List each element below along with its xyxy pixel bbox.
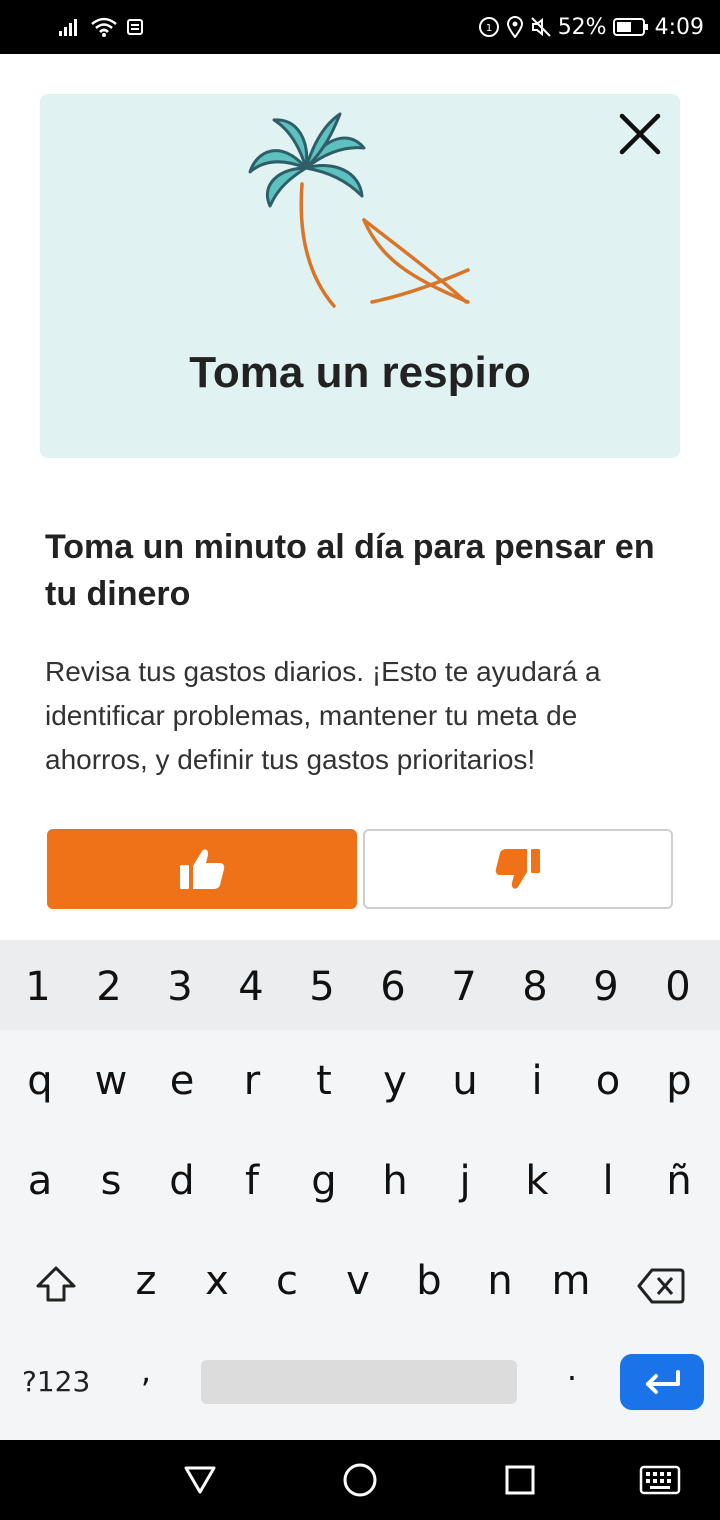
home-button[interactable] [340,1460,380,1500]
key-z[interactable]: z [116,1258,176,1304]
back-button[interactable] [180,1460,220,1500]
dislike-button[interactable] [363,829,673,909]
key-t[interactable]: t [294,1058,354,1104]
recents-square-icon [505,1465,535,1495]
key-8[interactable]: 8 [505,964,565,1010]
tip-card: Toma un respiro [40,94,680,458]
recents-button[interactable] [500,1460,540,1500]
key-3[interactable]: 3 [150,964,210,1010]
key-w[interactable]: w [81,1058,141,1104]
key-comma[interactable]: , [116,1352,176,1390]
status-bar: 1 52% 4:09 [0,0,720,54]
key-v[interactable]: v [328,1258,388,1304]
key-o[interactable]: o [578,1058,638,1104]
key-4[interactable]: 4 [221,964,281,1010]
key-k[interactable]: k [507,1158,567,1204]
number-row: 1 2 3 4 5 6 7 8 9 0 [0,940,720,1030]
enter-icon [646,1370,680,1394]
key-y[interactable]: y [365,1058,425,1104]
key-a[interactable]: a [10,1158,70,1204]
keyboard-icon [639,1465,681,1495]
svg-text:1: 1 [486,23,492,34]
headline: Toma un minuto al día para pensar en tu … [45,528,655,613]
body-text: Revisa tus gastos diarios. ¡Esto te ayud… [45,656,601,775]
key-h[interactable]: h [365,1158,425,1204]
back-triangle-icon [184,1466,216,1494]
key-i[interactable]: i [507,1058,567,1104]
like-button[interactable] [47,829,357,909]
key-6[interactable]: 6 [363,964,423,1010]
shift-icon [36,1266,76,1302]
signal-icon [59,19,77,36]
space-bar[interactable] [201,1360,517,1404]
thumbs-up-icon [180,849,225,889]
mute-icon [530,17,551,37]
key-n-tilde[interactable]: ñ [649,1158,709,1204]
key-7[interactable]: 7 [434,964,494,1010]
navigation-bar [0,1440,720,1520]
key-period[interactable]: . [542,1350,602,1388]
battery-percentage: 52% [557,14,607,40]
key-s[interactable]: s [81,1158,141,1204]
key-0[interactable]: 0 [648,964,708,1010]
key-5[interactable]: 5 [292,964,352,1010]
key-9[interactable]: 9 [576,964,636,1010]
key-m[interactable]: m [541,1258,601,1304]
key-g[interactable]: g [294,1158,354,1204]
key-p[interactable]: p [649,1058,709,1104]
notification-icon [127,19,143,35]
battery-icon [612,18,648,36]
wifi-icon [91,17,117,37]
key-1[interactable]: 1 [8,964,68,1010]
home-circle-icon [343,1463,377,1497]
key-d[interactable]: d [152,1158,212,1204]
symbols-key[interactable]: ?123 [22,1365,90,1398]
key-q[interactable]: q [10,1058,70,1104]
location-icon [506,16,523,38]
key-j[interactable]: j [435,1158,495,1204]
key-u[interactable]: u [435,1058,495,1104]
shift-key[interactable] [34,1262,78,1306]
data-saver-icon: 1 [478,17,499,37]
key-c[interactable]: c [257,1258,317,1304]
key-2[interactable]: 2 [79,964,139,1010]
key-e[interactable]: e [152,1058,212,1104]
key-f[interactable]: f [222,1158,282,1204]
keyboard: 1 2 3 4 5 6 7 8 9 0 q w e r t y u i o p … [0,940,720,1440]
key-r[interactable]: r [222,1058,282,1104]
close-button[interactable] [616,110,664,158]
backspace-icon [637,1268,685,1304]
keyboard-toggle-button[interactable] [638,1460,682,1500]
key-n[interactable]: n [470,1258,530,1304]
key-x[interactable]: x [187,1258,247,1304]
key-b[interactable]: b [399,1258,459,1304]
clock: 4:09 [654,14,704,40]
thumbs-down-icon [495,849,540,889]
card-title: Toma un respiro [189,348,531,397]
close-icon [619,113,661,155]
enter-key[interactable] [620,1354,704,1410]
backspace-key[interactable] [636,1266,686,1306]
palm-tree-hammock-illustration [248,112,470,308]
key-l[interactable]: l [578,1158,638,1204]
